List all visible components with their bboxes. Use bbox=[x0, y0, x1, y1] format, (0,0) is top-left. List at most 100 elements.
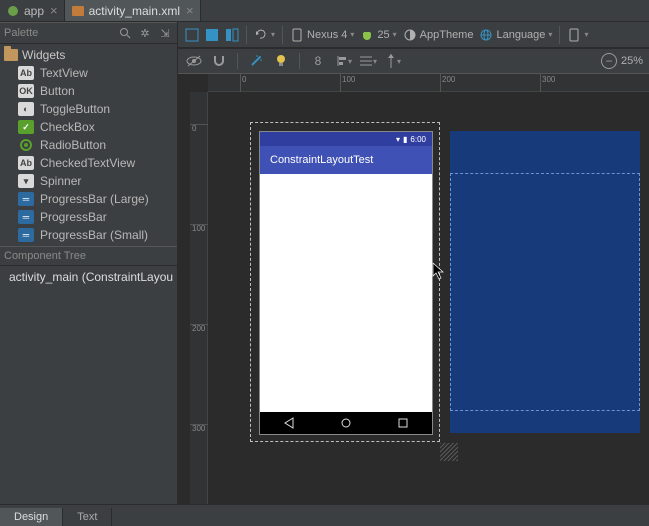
orientation-dropdown[interactable]: ▾ bbox=[251, 28, 278, 42]
ruler-tick-label: 200 bbox=[192, 324, 205, 333]
design-canvas[interactable]: 0 100 200 300 0 100 200 300 ▾ ▮ bbox=[178, 74, 649, 504]
design-surface[interactable]: ▾ ▮ 6:00 ConstraintLayoutTest bbox=[208, 92, 649, 504]
signal-icon: ▮ bbox=[403, 135, 407, 144]
file-tab-app[interactable]: app × bbox=[0, 0, 65, 21]
palette-header: Palette ✲ ⇲ bbox=[0, 22, 177, 44]
api-dropdown[interactable]: 25 ▾ bbox=[357, 28, 399, 42]
device-preview[interactable]: ▾ ▮ 6:00 ConstraintLayoutTest bbox=[260, 132, 432, 434]
checkbox-icon: ✓ bbox=[18, 120, 34, 134]
device-label: Nexus 4 bbox=[307, 29, 347, 41]
widget-label: Spinner bbox=[40, 174, 81, 188]
palette-folder-widgets[interactable]: Widgets bbox=[0, 46, 177, 64]
content-area[interactable] bbox=[260, 174, 432, 412]
palette-body: Widgets Ab TextView OK Button ◐ ToggleBu… bbox=[0, 44, 177, 246]
eye-icon[interactable] bbox=[184, 51, 204, 71]
wand-icon[interactable] bbox=[246, 51, 266, 71]
nav-home-icon bbox=[340, 417, 352, 429]
toggle-icon: ◐ bbox=[18, 102, 34, 116]
widget-label: RadioButton bbox=[40, 138, 106, 152]
ruler-tick-label: 300 bbox=[542, 75, 555, 84]
xml-icon bbox=[71, 4, 85, 18]
locale-dropdown[interactable]: Language ▾ bbox=[476, 28, 555, 42]
device-bounds[interactable]: ▾ ▮ 6:00 ConstraintLayoutTest bbox=[250, 122, 440, 442]
zoom-control[interactable]: − 25% bbox=[601, 53, 643, 69]
widget-spinner[interactable]: ▾ Spinner bbox=[0, 172, 177, 190]
tab-design[interactable]: Design bbox=[0, 508, 63, 526]
close-icon[interactable]: × bbox=[186, 3, 194, 18]
progress-icon: ═ bbox=[18, 228, 34, 242]
widget-checkbox[interactable]: ✓ CheckBox bbox=[0, 118, 177, 136]
widget-label: CheckBox bbox=[40, 120, 95, 134]
theme-icon bbox=[403, 28, 417, 42]
checkedtext-icon: Ab bbox=[18, 156, 34, 170]
folder-label: Widgets bbox=[22, 48, 65, 62]
file-tab-activity-main[interactable]: activity_main.xml × bbox=[65, 0, 201, 21]
gradle-icon bbox=[6, 4, 20, 18]
default-margin-value: 8 bbox=[315, 54, 322, 68]
textview-icon: Ab bbox=[18, 66, 34, 80]
progress-icon: ═ bbox=[18, 192, 34, 206]
view-mode-both-icon[interactable] bbox=[222, 25, 242, 45]
theme-dropdown[interactable]: AppTheme bbox=[400, 28, 477, 42]
nav-back-icon bbox=[283, 417, 295, 429]
view-mode-design-icon[interactable] bbox=[182, 25, 202, 45]
ruler-tick-label: 0 bbox=[192, 124, 196, 133]
ruler-horizontal: 0 100 200 300 bbox=[208, 74, 649, 92]
button-icon: OK bbox=[18, 84, 34, 98]
blueprint-preview[interactable] bbox=[450, 131, 640, 433]
ruler-tick-label: 100 bbox=[192, 224, 205, 233]
locale-label: Language bbox=[496, 29, 545, 41]
app-title: ConstraintLayoutTest bbox=[270, 154, 373, 166]
view-options-icon[interactable]: ⇲ bbox=[157, 25, 173, 41]
nav-recent-icon bbox=[397, 417, 409, 429]
sidebar: Palette ✲ ⇲ Widgets Ab TextView OK Butto… bbox=[0, 22, 178, 504]
design-toolbar-2: 8 ▾ ▾ ▾ − 25% bbox=[178, 48, 649, 74]
close-icon[interactable]: × bbox=[50, 3, 58, 18]
file-tab-label: activity_main.xml bbox=[89, 4, 180, 18]
search-icon[interactable] bbox=[117, 25, 133, 41]
bulb-icon[interactable] bbox=[271, 51, 291, 71]
layout-editor: ▾ Nexus 4 ▾ 25 ▾ AppThem bbox=[178, 22, 649, 504]
widget-textview[interactable]: Ab TextView bbox=[0, 64, 177, 82]
zoom-label: 25% bbox=[621, 55, 643, 67]
theme-label: AppTheme bbox=[420, 29, 474, 41]
component-tree-root[interactable]: activity_main (ConstraintLayout) bbox=[4, 270, 173, 284]
tab-text[interactable]: Text bbox=[63, 508, 112, 526]
ruler-tick-label: 200 bbox=[442, 75, 455, 84]
align-icon[interactable]: ▾ bbox=[333, 51, 353, 71]
ruler-tick-label: 100 bbox=[342, 75, 355, 84]
device-dropdown[interactable]: Nexus 4 ▾ bbox=[287, 28, 357, 42]
variant-dropdown[interactable]: ▾ bbox=[564, 28, 591, 42]
status-bar: ▾ ▮ 6:00 bbox=[260, 132, 432, 146]
ruler-tick-label: 300 bbox=[192, 424, 205, 433]
design-toolbar: ▾ Nexus 4 ▾ 25 ▾ AppThem bbox=[178, 22, 649, 48]
widget-checkedtextview[interactable]: Ab CheckedTextView bbox=[0, 154, 177, 172]
zoom-out-icon[interactable]: − bbox=[601, 53, 617, 69]
widget-label: ProgressBar (Small) bbox=[40, 228, 148, 242]
widget-label: ToggleButton bbox=[40, 102, 110, 116]
widget-progressbar-large[interactable]: ═ ProgressBar (Large) bbox=[0, 190, 177, 208]
status-time: 6:00 bbox=[410, 135, 426, 144]
app-bar: ConstraintLayoutTest bbox=[260, 146, 432, 174]
widget-button[interactable]: OK Button bbox=[0, 82, 177, 100]
resize-grip-icon[interactable] bbox=[440, 443, 458, 461]
guidelines-icon[interactable]: ▾ bbox=[383, 51, 403, 71]
gear-icon[interactable]: ✲ bbox=[137, 25, 153, 41]
widget-label: CheckedTextView bbox=[40, 156, 135, 170]
tab-label: Design bbox=[14, 511, 48, 523]
view-mode-blueprint-icon[interactable] bbox=[202, 25, 222, 45]
folder-icon bbox=[4, 49, 18, 61]
component-tree-body: activity_main (ConstraintLayout) bbox=[0, 266, 177, 504]
widget-radiobutton[interactable]: RadioButton bbox=[0, 136, 177, 154]
tab-label: Text bbox=[77, 511, 97, 523]
default-margin-field[interactable]: 8 bbox=[308, 51, 328, 71]
device-icon bbox=[567, 28, 581, 42]
widget-progressbar-small[interactable]: ═ ProgressBar (Small) bbox=[0, 226, 177, 244]
pack-icon[interactable]: ▾ bbox=[358, 51, 378, 71]
magnet-icon[interactable] bbox=[209, 51, 229, 71]
widget-togglebutton[interactable]: ◐ ToggleButton bbox=[0, 100, 177, 118]
widget-progressbar[interactable]: ═ ProgressBar bbox=[0, 208, 177, 226]
widget-label: TextView bbox=[40, 66, 88, 80]
spinner-icon: ▾ bbox=[18, 174, 34, 188]
editor-mode-tabs: Design Text bbox=[0, 504, 649, 526]
